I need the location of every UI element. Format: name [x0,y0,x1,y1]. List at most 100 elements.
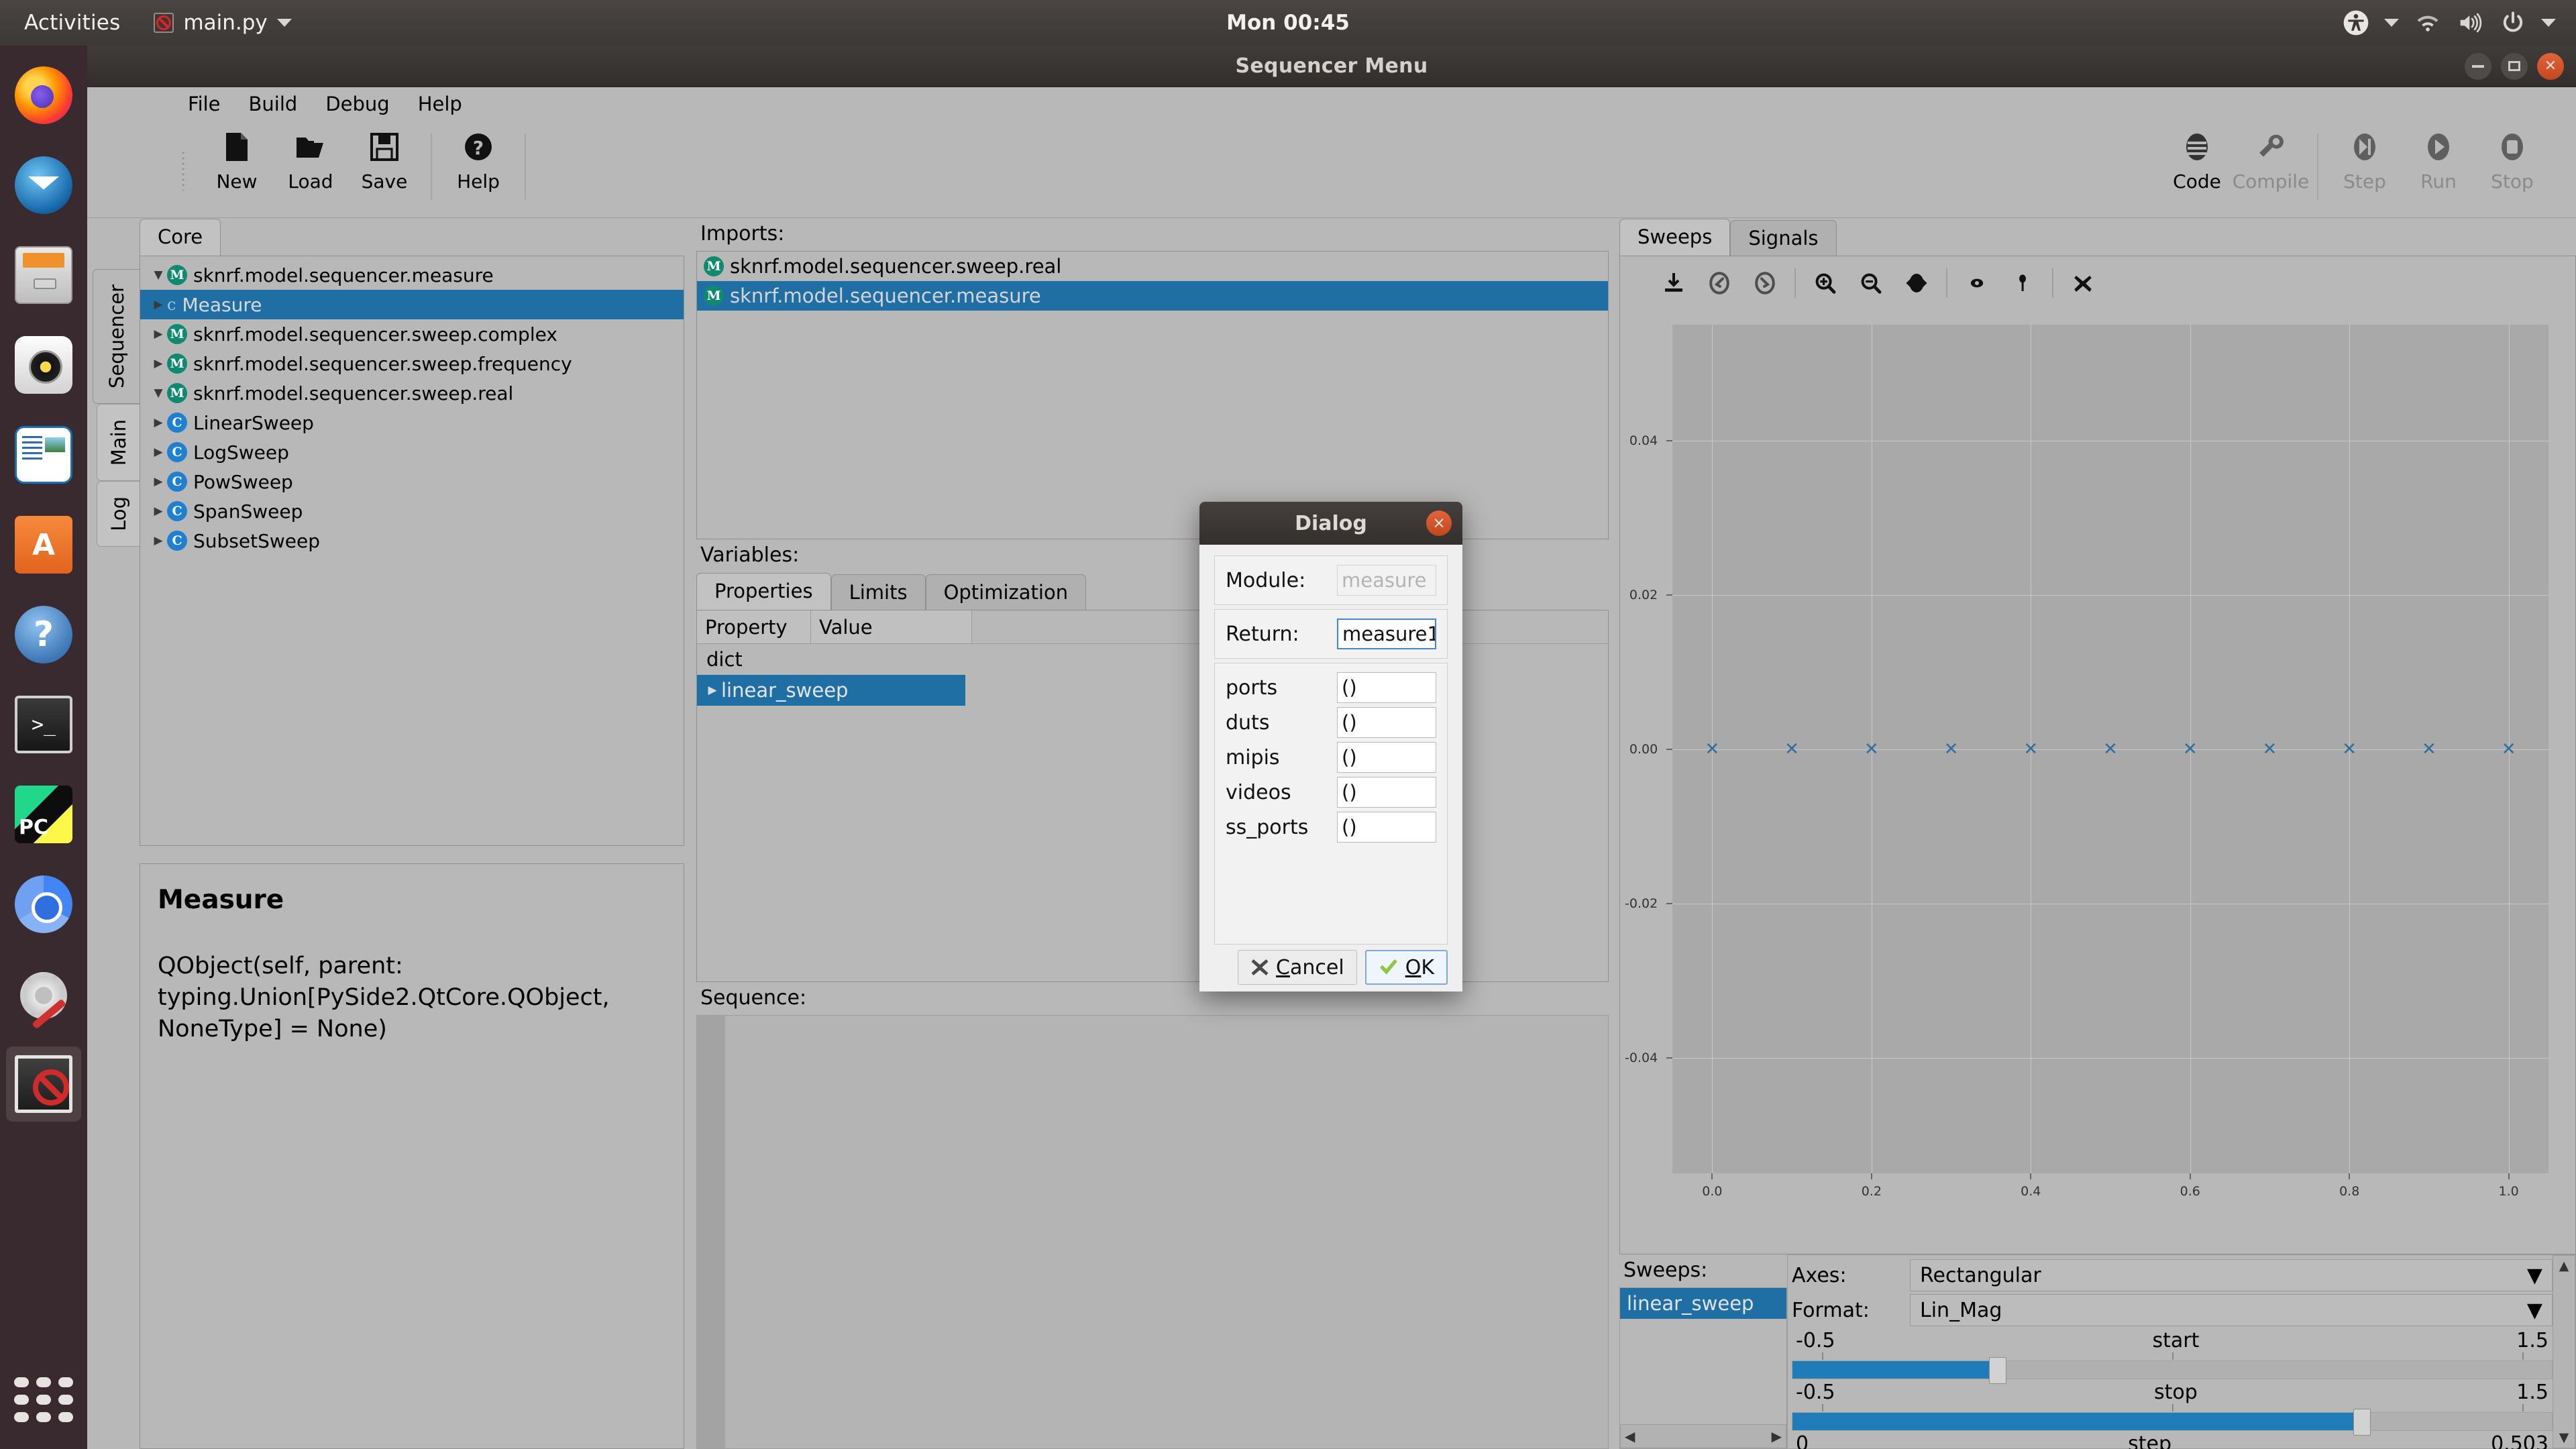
start-slider[interactable] [1792,1357,2553,1384]
mipis-field[interactable]: () [1337,742,1436,773]
sweeps-list[interactable]: linear_sweep ◀ ▶ [1619,1287,1787,1449]
videos-field[interactable]: () [1337,777,1436,808]
show-applications-button[interactable] [14,1377,73,1422]
expand-arrow-down-icon[interactable] [150,386,167,400]
new-button[interactable]: New [200,129,274,193]
close-button[interactable]: ✕ [2537,52,2564,80]
tree-row[interactable]: C PowSweep [140,467,684,496]
tree-row[interactable]: M sknrf.model.sequencer.sweep.complex [140,319,684,349]
tab-properties[interactable]: Properties [696,573,831,610]
dialog-close-button[interactable]: × [1426,511,1452,536]
marker-pin-icon[interactable] [2000,260,2045,306]
chevron-down-icon[interactable] [2541,19,2556,27]
dock-item-chromium[interactable] [6,867,81,942]
power-icon[interactable] [2500,9,2526,36]
module-tree[interactable]: M sknrf.model.sequencer.measure c Measur… [140,256,684,846]
help-button[interactable]: ? Help [441,129,515,193]
zoom-in-icon[interactable] [1803,260,1848,306]
tree-row[interactable]: C SubsetSweep [140,526,684,555]
tree-row[interactable]: M sknrf.model.sequencer.measure [140,260,684,290]
ss-ports-field[interactable]: () [1337,812,1436,843]
tree-row[interactable]: M sknrf.model.sequencer.sweep.frequency [140,349,684,378]
vtab-sequencer[interactable]: Sequencer [93,269,140,404]
dock-item-pycharm[interactable]: PC [6,777,81,852]
close-x-icon[interactable] [2060,260,2106,306]
expand-arrow-right-icon[interactable] [150,534,167,547]
expand-arrow-down-icon[interactable] [150,268,167,282]
dock-item-ubuntu-software[interactable]: A [6,507,81,582]
tree-row[interactable]: C SpanSweep [140,496,684,526]
stop-slider-knob[interactable] [2353,1409,2371,1436]
imports-list[interactable]: M sknrf.model.sequencer.sweep.real M skn… [696,251,1609,539]
dock-item-libreoffice-writer[interactable] [6,417,81,492]
dock-item-terminal[interactable]: >_ [6,687,81,762]
sequence-editor[interactable] [696,1015,1609,1449]
redo-icon[interactable] [1742,260,1788,306]
expand-arrow-right-icon[interactable] [150,357,167,370]
column-header-property[interactable]: Property [697,610,811,644]
eye-icon[interactable] [1954,260,2000,306]
dock-item-settings[interactable] [6,957,81,1032]
ok-button[interactable]: OK [1364,950,1448,985]
tab-sweeps[interactable]: Sweeps [1619,219,1731,256]
dock-item-help[interactable]: ? [6,597,81,672]
tab-limits[interactable]: Limits [830,574,926,610]
scroll-up-arrow-icon[interactable]: ▲ [2559,1258,2569,1273]
volume-icon[interactable] [2457,11,2485,34]
chevron-down-icon[interactable] [2384,19,2399,27]
activities-button[interactable]: Activities [24,11,120,35]
system-indicators[interactable] [2343,9,2556,36]
minimize-button[interactable] [2465,52,2491,80]
scroll-right-arrow-icon[interactable]: ▶ [1772,1428,1782,1444]
tree-row[interactable]: c Measure [140,290,684,319]
scroll-left-arrow-icon[interactable]: ◀ [1625,1428,1635,1444]
expand-arrow-right-icon[interactable] [150,475,167,488]
expand-arrow-right-icon[interactable] [150,445,167,459]
dock-item-rhythmbox[interactable] [6,327,81,402]
duts-field[interactable]: () [1337,707,1436,738]
dock-item-firefox[interactable] [6,58,81,133]
fit-width-icon[interactable] [1894,260,1939,306]
axes-select[interactable]: Rectangular ▼ [1910,1259,2553,1291]
clock[interactable]: Mon 00:45 [1226,11,1350,35]
code-button[interactable]: Code [2160,129,2234,193]
expand-arrow-right-icon[interactable] [150,416,167,429]
stop-slider[interactable] [1792,1409,2553,1436]
list-item[interactable]: linear_sweep [1620,1288,1786,1319]
dock-item-sknrf[interactable] [6,1046,81,1122]
maximize-button[interactable] [2501,52,2528,80]
column-header-value[interactable]: Value [811,610,972,644]
axes-vscrollbar[interactable]: ▲ ▼ [2553,1255,2575,1448]
vtab-main[interactable]: Main [97,403,140,482]
accessibility-icon[interactable] [2343,9,2369,36]
start-slider-knob[interactable] [1988,1357,2006,1384]
stop-button[interactable]: Stop [2475,129,2549,193]
format-select[interactable]: Lin_Mag ▼ [1910,1294,2553,1326]
menu-file[interactable]: File [188,93,221,115]
expand-arrow-right-icon[interactable] [150,504,167,518]
expand-arrow-right-icon[interactable] [150,298,167,311]
plot-canvas[interactable]: 0.0 0.2 0.4 0.6 0.8 1.0 0.04 0.02 0.00 -0.02 -0.04… [1625,325,2548,1199]
import-list-item[interactable]: M sknrf.model.sequencer.sweep.real [697,252,1608,281]
return-field[interactable]: measure1 [1337,619,1436,649]
vtab-log[interactable]: Log [97,481,140,547]
run-button[interactable]: Run [2402,129,2475,193]
table-row[interactable]: linear_sweep [697,675,965,706]
compile-button[interactable]: Compile [2233,129,2309,193]
menu-build[interactable]: Build [249,93,298,115]
menu-debug[interactable]: Debug [325,93,389,115]
tab-signals[interactable]: Signals [1730,220,1837,256]
ports-field[interactable]: () [1337,672,1436,703]
undo-icon[interactable] [1697,260,1742,306]
wifi-icon[interactable] [2414,11,2442,34]
dock-item-files[interactable] [6,237,81,313]
expand-arrow-right-icon[interactable] [704,684,721,697]
tab-optimization[interactable]: Optimization [925,574,1087,610]
tab-core[interactable]: Core [140,219,221,256]
dock-item-thunderbird[interactable] [6,148,81,223]
scroll-down-arrow-icon[interactable]: ▼ [2559,1430,2569,1445]
tree-row[interactable]: C LogSweep [140,437,684,467]
expand-arrow-right-icon[interactable] [150,327,167,341]
sweeps-hscrollbar[interactable]: ◀ ▶ [1620,1424,1786,1448]
tree-row[interactable]: M sknrf.model.sequencer.sweep.real [140,378,684,408]
